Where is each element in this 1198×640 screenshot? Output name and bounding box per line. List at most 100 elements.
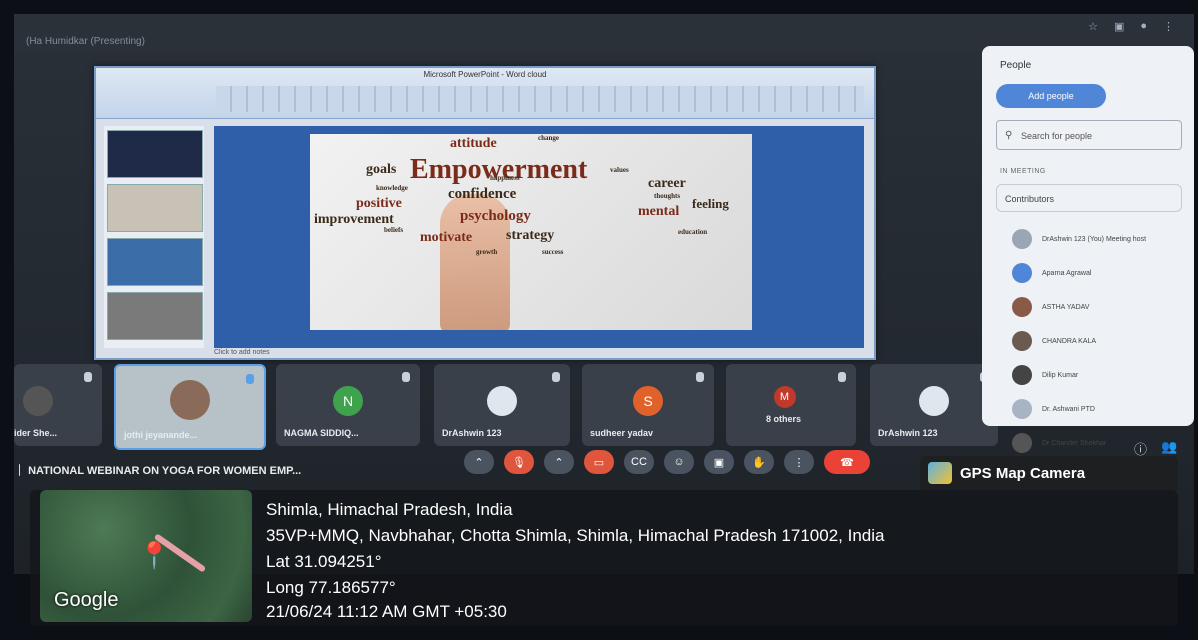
people-panel: People Add people ⚲ Search for people IN… [982, 46, 1194, 453]
person-item[interactable]: DrAshwin 123 (You) Meeting host [1012, 222, 1182, 256]
avatar [487, 386, 517, 416]
people-heading: People [1000, 60, 1032, 71]
word: feeling [692, 196, 729, 211]
mic-off-icon [696, 372, 704, 382]
avatar [170, 380, 210, 420]
avatar [23, 386, 53, 416]
avatar [1012, 297, 1032, 317]
person-name: Dr. Ashwani PTD [1042, 405, 1095, 413]
address: 35VP+MMQ, Navbhahar, Chotta Shimla, Shim… [266, 526, 885, 545]
word: education [678, 228, 708, 236]
word: change [538, 134, 559, 142]
word: positive [356, 196, 402, 211]
location-pin-icon: 📍 [138, 540, 171, 570]
mic-off-icon [402, 372, 410, 382]
raise-hand-button[interactable]: ✋ [744, 450, 774, 474]
word: values [610, 166, 629, 174]
word: knowledge [376, 184, 408, 192]
presenting-label: (Ha Humidkar (Presenting) [26, 36, 145, 47]
camera-off-button[interactable]: ▭ [584, 450, 614, 474]
mic-options-chevron-icon[interactable]: ⌃ [464, 450, 494, 474]
person-name: Aparna Agrawal [1042, 269, 1092, 277]
word-cloud-slide: Empowerment attitude goals confidence po… [310, 134, 752, 330]
powerpoint-ribbon: Microsoft PowerPoint - Word cloud [96, 68, 874, 119]
contributors-section[interactable]: Contributors [996, 184, 1182, 212]
add-people-button[interactable]: Add people [996, 84, 1106, 108]
person-name: CHANDRA KALA [1042, 337, 1097, 345]
avatar: N [333, 386, 363, 416]
people-search-input[interactable]: ⚲ Search for people [996, 120, 1182, 150]
person-name: DrAshwin 123 (You) Meeting host [1042, 235, 1147, 243]
slide-thumbnail[interactable] [107, 292, 203, 340]
call-controls: ⌃ 🎙 ⌃ ▭ CC ☺ ▣ ✋ ⋮ ☎ [464, 450, 870, 474]
search-icon: ⚲ [1005, 130, 1013, 141]
menu-icon[interactable]: ⋮ [1163, 20, 1174, 33]
datetime: 21/06/24 11:12 AM GMT +05:30 [266, 602, 507, 621]
slide-thumbnail[interactable] [107, 184, 203, 232]
word: thoughts [654, 192, 681, 200]
gps-map-camera-icon [928, 462, 952, 484]
separator: ｜ [14, 465, 29, 477]
participant-name: ider She... [14, 428, 58, 438]
camera-options-chevron-icon[interactable]: ⌃ [544, 450, 574, 474]
word: confidence [448, 186, 517, 202]
end-call-button[interactable]: ☎ [824, 450, 870, 474]
avatar [1012, 263, 1032, 283]
slide-edit-area: Empowerment attitude goals confidence po… [214, 126, 864, 348]
browser-icons: ☆ ▣ ● ⋮ [1088, 20, 1174, 33]
participant-tile[interactable]: S sudheer yadav [582, 364, 714, 446]
shared-presentation: Microsoft PowerPoint - Word cloud Empowe… [94, 66, 876, 360]
word: psychology [460, 208, 531, 224]
person-item[interactable]: Aparna Agrawal [1012, 256, 1182, 290]
speaking-icon [246, 374, 254, 384]
meeting-title: ｜ NATIONAL WEBINAR ON YOGA FOR WOMEN EMP… [14, 462, 301, 478]
slide-thumbnails [104, 126, 204, 348]
present-button[interactable]: ▣ [704, 450, 734, 474]
more-options-button[interactable]: ⋮ [784, 450, 814, 474]
word: strategy [506, 228, 555, 243]
avatar [919, 386, 949, 416]
avatar: S [633, 386, 663, 416]
slide-thumbnail[interactable] [107, 238, 203, 286]
participant-tile[interactable]: ider She... [14, 364, 102, 446]
others-label: 8 others [766, 414, 802, 424]
person-item[interactable]: CHANDRA KALA [1012, 324, 1182, 358]
participant-tile[interactable]: DrAshwin 123 [870, 364, 998, 446]
word: attitude [450, 136, 497, 151]
mic-off-button[interactable]: 🎙 [504, 450, 534, 474]
participant-name: DrAshwin 123 [442, 428, 502, 438]
participant-tile[interactable]: N NAGMA SIDDIQ... [276, 364, 420, 446]
word: growth [476, 248, 498, 256]
emoji-button[interactable]: ☺ [664, 450, 694, 474]
word: motivate [420, 230, 473, 245]
captions-button[interactable]: CC [624, 450, 654, 474]
others-tile[interactable]: M 8 others [726, 364, 856, 446]
search-placeholder: Search for people [1021, 131, 1093, 141]
mic-off-icon [838, 372, 846, 382]
meeting-title-text: NATIONAL WEBINAR ON YOGA FOR WOMEN EMP..… [28, 465, 302, 477]
word: mental [638, 204, 680, 219]
notes-placeholder[interactable]: Click to add notes [214, 349, 270, 356]
participant-tile[interactable]: jothi jeyanande... [114, 364, 266, 450]
participant-tile[interactable]: DrAshwin 123 [434, 364, 570, 446]
person-item[interactable]: Dilip Kumar [1012, 358, 1182, 392]
ribbon-tools [216, 86, 864, 112]
mic-off-icon [552, 372, 560, 382]
extensions-icon[interactable]: ▣ [1114, 20, 1124, 33]
star-icon[interactable]: ☆ [1088, 20, 1098, 33]
people-list: DrAshwin 123 (You) Meeting host Aparna A… [1012, 222, 1182, 460]
word: goals [366, 162, 397, 177]
participant-name: NAGMA SIDDIQ... [284, 428, 359, 438]
avatar [1012, 331, 1032, 351]
avatar [1012, 365, 1032, 385]
in-meeting-label: IN MEETING [1000, 168, 1046, 175]
gps-badge-text: GPS Map Camera [960, 464, 1086, 482]
person-item[interactable]: Dr. Ashwani PTD [1012, 392, 1182, 426]
participant-name: sudheer yadav [590, 428, 654, 438]
slide-thumbnail[interactable] [107, 130, 203, 178]
profile-icon[interactable]: ● [1140, 20, 1147, 33]
word: beliefs [384, 226, 404, 234]
person-name: Dilip Kumar [1042, 371, 1079, 379]
avatar [1012, 229, 1032, 249]
person-item[interactable]: ASTHA YADAV [1012, 290, 1182, 324]
